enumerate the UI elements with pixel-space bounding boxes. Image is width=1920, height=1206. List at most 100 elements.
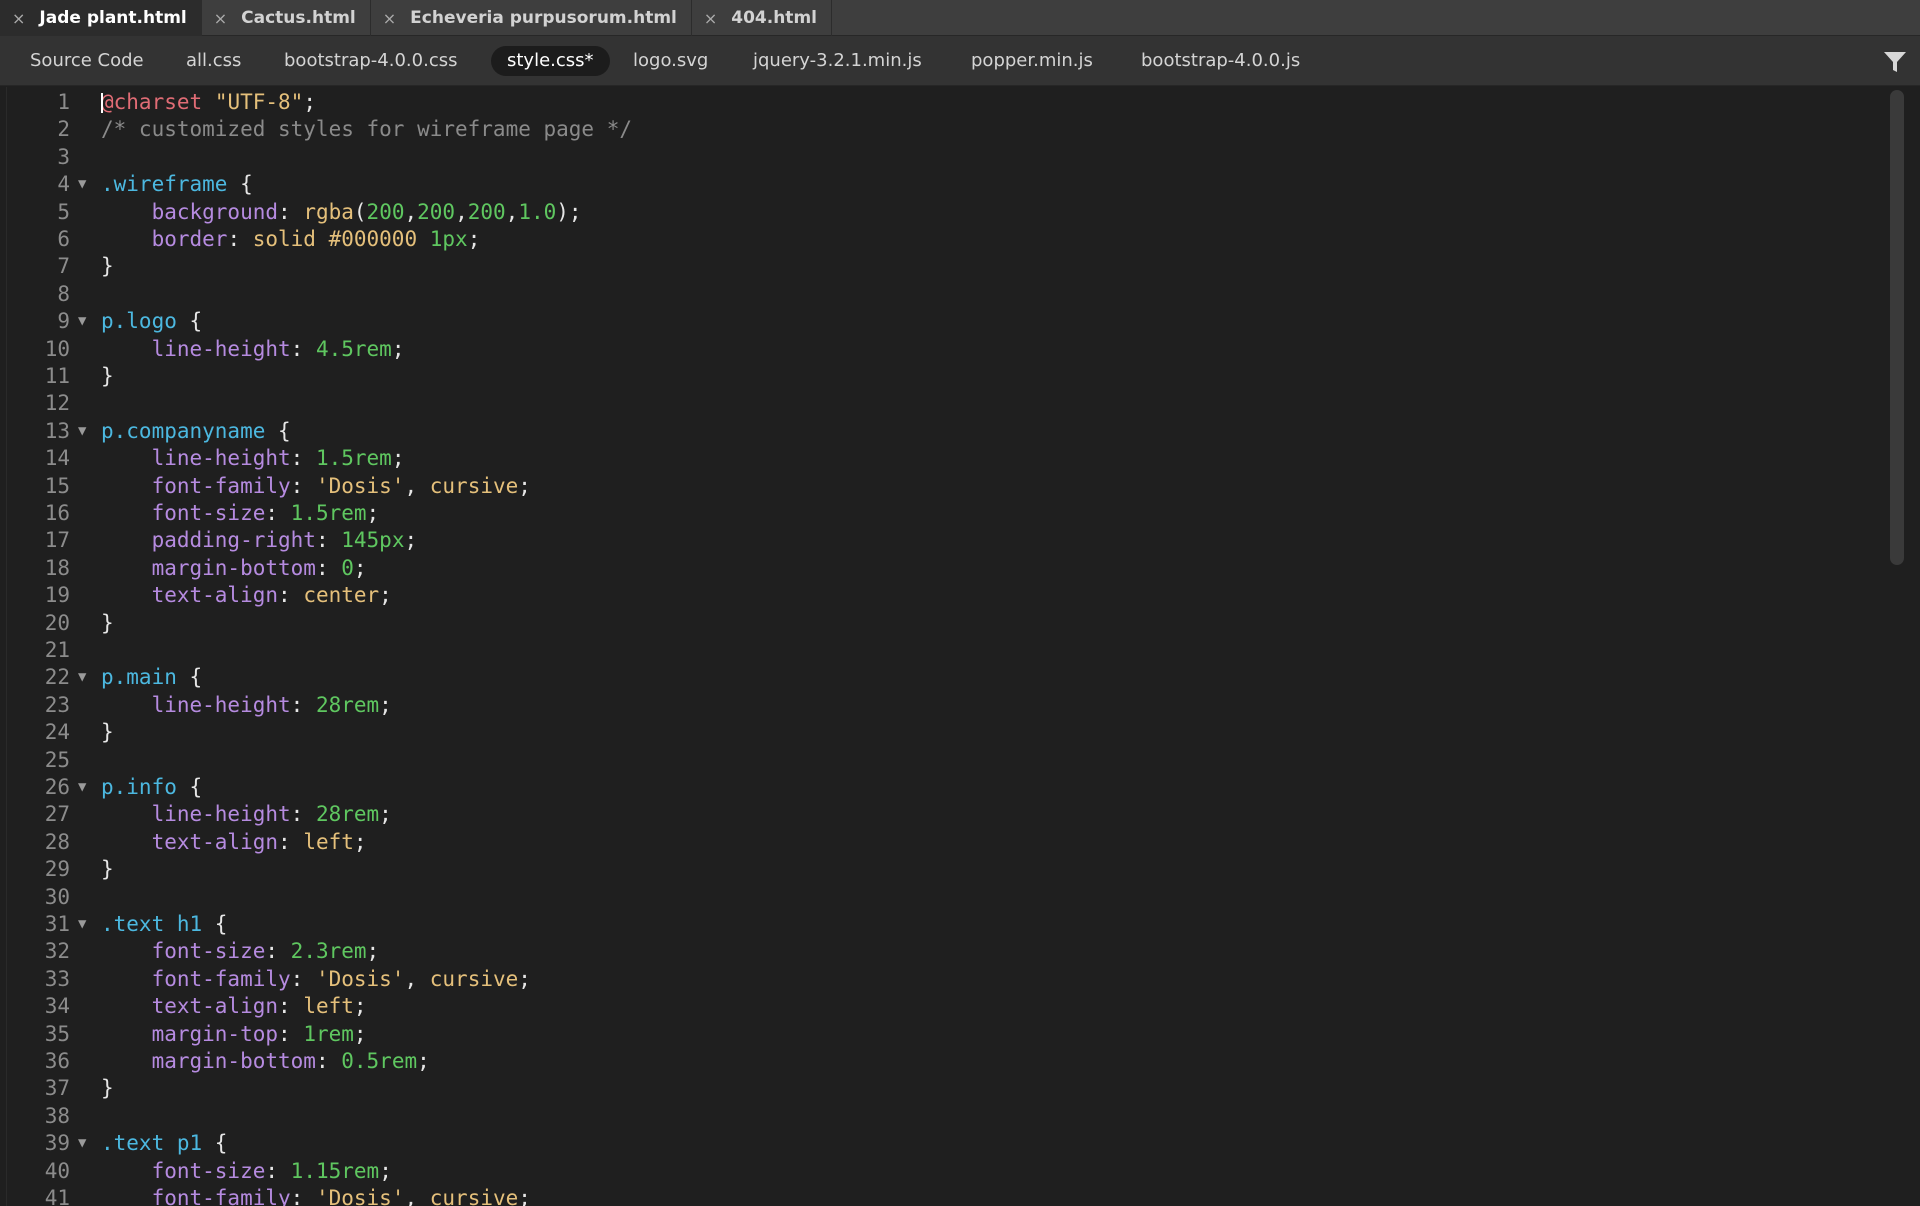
line-number[interactable]: 30 [7, 884, 70, 911]
code-text[interactable]: line-height: 1.5rem; [101, 445, 405, 472]
close-tab-icon[interactable]: × [383, 9, 396, 28]
close-tab-icon[interactable]: × [214, 9, 227, 28]
line-number[interactable]: 8 [7, 281, 70, 308]
fold-toggle-icon[interactable]: ▼ [78, 171, 92, 198]
related-file-item[interactable]: Source Code [14, 46, 160, 76]
code-text[interactable]: font-size: 2.3rem; [101, 938, 380, 965]
code-editor[interactable]: 1 @charset "UTF-8"; 2 /* customized styles … [6, 87, 1887, 1206]
line-number[interactable]: 13 [7, 418, 70, 445]
code-text[interactable]: .text h1 { [101, 911, 227, 938]
line-number[interactable]: 11 [7, 363, 70, 390]
fold-toggle-icon[interactable]: ▼ [78, 774, 92, 801]
code-text[interactable]: text-align: center; [101, 582, 392, 609]
line-number[interactable]: 25 [7, 747, 70, 774]
related-file-item[interactable]: bootstrap-4.0.0.js [1125, 46, 1316, 76]
code-text[interactable]: } [101, 719, 114, 746]
close-tab-icon[interactable]: × [704, 9, 717, 28]
line-number[interactable]: 22 [7, 664, 70, 691]
line-number[interactable]: 29 [7, 856, 70, 883]
code-text[interactable]: p.companyname { [101, 418, 291, 445]
code-text[interactable]: line-height: 28rem; [101, 692, 392, 719]
fold-toggle-icon[interactable]: ▼ [78, 911, 92, 938]
line-number[interactable]: 39 [7, 1130, 70, 1157]
code-text[interactable]: .wireframe { [101, 171, 253, 198]
code-text[interactable]: background: rgba(200,200,200,1.0); [101, 199, 582, 226]
code-text[interactable]: padding-right: 145px; [101, 527, 418, 554]
line-number[interactable]: 18 [7, 555, 70, 582]
line-number[interactable]: 34 [7, 993, 70, 1020]
code-text[interactable]: line-height: 4.5rem; [101, 336, 405, 363]
line-number[interactable]: 6 [7, 226, 70, 253]
related-file-item[interactable]: style.css* [491, 46, 610, 76]
line-number[interactable]: 20 [7, 610, 70, 637]
line-number[interactable]: 28 [7, 829, 70, 856]
code-text[interactable]: font-size: 1.15rem; [101, 1158, 392, 1185]
line-number[interactable]: 4 [7, 171, 70, 198]
code-text[interactable]: text-align: left; [101, 993, 367, 1020]
line-number[interactable]: 16 [7, 500, 70, 527]
code-text[interactable]: line-height: 28rem; [101, 801, 392, 828]
code-text[interactable]: } [101, 856, 114, 883]
related-file-item[interactable]: bootstrap-4.0.0.css [268, 46, 473, 76]
line-number[interactable]: 21 [7, 637, 70, 664]
code-text[interactable]: } [101, 363, 114, 390]
line-number[interactable]: 41 [7, 1185, 70, 1206]
code-text[interactable]: font-family: 'Dosis', cursive; [101, 966, 531, 993]
line-number[interactable]: 24 [7, 719, 70, 746]
fold-toggle-icon[interactable]: ▼ [78, 664, 92, 691]
code-text[interactable]: } [101, 253, 114, 280]
line-number[interactable]: 5 [7, 199, 70, 226]
code-text[interactable]: p.main { [101, 664, 202, 691]
line-number[interactable]: 1 [7, 89, 70, 116]
line-number[interactable]: 26 [7, 774, 70, 801]
line-number[interactable]: 37 [7, 1075, 70, 1102]
file-tab[interactable]: × Echeveria purpusorum.html [371, 0, 692, 36]
line-number[interactable]: 32 [7, 938, 70, 965]
line-number[interactable]: 35 [7, 1021, 70, 1048]
code-text[interactable]: @charset "UTF-8"; [101, 89, 316, 116]
related-file-item[interactable]: popper.min.js [955, 46, 1109, 76]
related-file-item[interactable]: all.css [170, 46, 257, 76]
code-text[interactable]: text-align: left; [101, 829, 367, 856]
code-text[interactable]: p.logo { [101, 308, 202, 335]
line-number[interactable]: 14 [7, 445, 70, 472]
code-text[interactable]: } [101, 1075, 114, 1102]
fold-toggle-icon[interactable]: ▼ [78, 1130, 92, 1157]
file-tab[interactable]: × Cactus.html [202, 0, 371, 36]
line-number[interactable]: 36 [7, 1048, 70, 1075]
code-text[interactable]: margin-bottom: 0; [101, 555, 367, 582]
line-number[interactable]: 15 [7, 473, 70, 500]
close-tab-icon[interactable]: × [12, 9, 25, 28]
code-text[interactable]: .text p1 { [101, 1130, 227, 1157]
line-number[interactable]: 33 [7, 966, 70, 993]
code-text[interactable]: p.info { [101, 774, 202, 801]
code-text[interactable]: /* customized styles for wireframe page … [101, 116, 632, 143]
file-tab[interactable]: × 404.html [692, 0, 832, 36]
code-text[interactable]: } [101, 610, 114, 637]
code-text[interactable]: margin-top: 1rem; [101, 1021, 367, 1048]
line-number[interactable]: 19 [7, 582, 70, 609]
line-number[interactable]: 10 [7, 336, 70, 363]
line-number[interactable]: 2 [7, 116, 70, 143]
fold-toggle-icon[interactable]: ▼ [78, 418, 92, 445]
line-number[interactable]: 27 [7, 801, 70, 828]
line-number[interactable]: 3 [7, 144, 70, 171]
fold-toggle-icon[interactable]: ▼ [78, 308, 92, 335]
line-number[interactable]: 31 [7, 911, 70, 938]
line-number[interactable]: 40 [7, 1158, 70, 1185]
line-number[interactable]: 12 [7, 390, 70, 417]
code-text[interactable]: border: solid #000000 1px; [101, 226, 481, 253]
code-text[interactable]: font-size: 1.5rem; [101, 500, 380, 527]
related-file-item[interactable]: jquery-3.2.1.min.js [737, 46, 938, 76]
line-number[interactable]: 7 [7, 253, 70, 280]
scrollbar-thumb[interactable] [1890, 90, 1904, 565]
code-text[interactable]: font-family: 'Dosis', cursive; [101, 1185, 531, 1206]
filter-icon[interactable] [1882, 49, 1908, 75]
code-text[interactable]: font-family: 'Dosis', cursive; [101, 473, 531, 500]
line-number[interactable]: 9 [7, 308, 70, 335]
line-number[interactable]: 23 [7, 692, 70, 719]
file-tab[interactable]: × Jade plant.html [0, 0, 202, 36]
code-text[interactable]: margin-bottom: 0.5rem; [101, 1048, 430, 1075]
related-file-item[interactable]: logo.svg [617, 46, 724, 76]
line-number[interactable]: 17 [7, 527, 70, 554]
